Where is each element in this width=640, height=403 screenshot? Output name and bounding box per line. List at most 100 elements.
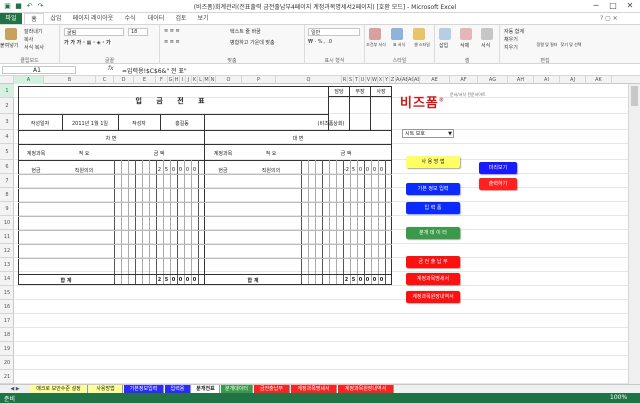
row-header[interactable]: 6 (0, 160, 14, 174)
row-header[interactable]: 18 (0, 328, 14, 342)
column-header[interactable]: O (216, 76, 242, 84)
delete-cells-button[interactable]: 삭제 (460, 42, 469, 49)
print-button[interactable]: 출력하기 (479, 178, 517, 190)
autosum-button[interactable]: 자동 합계 (504, 28, 524, 35)
save-icon[interactable]: ■ (14, 2, 23, 10)
align-top-icon[interactable]: ≡ ≡ ≡ (164, 28, 180, 34)
copy-button[interactable]: 복사 (24, 36, 33, 43)
row-header[interactable]: 11 (0, 230, 14, 244)
column-header[interactable]: D (114, 76, 134, 84)
close-button[interactable]: ✕ (622, 1, 638, 11)
font-name-select[interactable]: 굴림 (64, 28, 124, 36)
number-format-select[interactable]: 일반 (308, 28, 360, 36)
sort-filter-button[interactable]: 정렬 및 필터 (536, 42, 558, 48)
column-header[interactable]: AH (508, 76, 534, 84)
table-format-button[interactable]: 표 서식 (389, 42, 409, 48)
journal-data-button[interactable]: 분개 데 이 터 (406, 227, 460, 239)
select-all-corner[interactable] (0, 76, 14, 84)
row-header[interactable]: 8 (0, 188, 14, 202)
conditional-format-icon[interactable] (369, 28, 381, 40)
row-header[interactable]: 2 (0, 98, 14, 114)
cash-book-button[interactable]: 금 전 출 납 부 (406, 256, 460, 268)
paste-button[interactable]: 붙여넣기 (0, 42, 18, 49)
column-header[interactable]: AF (450, 76, 478, 84)
formula-input[interactable]: =입력용!$C$6&" 전 표" (122, 66, 187, 75)
row-header[interactable]: 15 (0, 286, 14, 300)
tab-page-layout[interactable]: 페이지 레이아웃 (68, 13, 118, 24)
format-cells-icon[interactable] (481, 28, 493, 40)
column-header[interactable]: P (242, 76, 276, 84)
format-cells-button[interactable]: 서식 (481, 42, 490, 49)
insert-cells-icon[interactable] (439, 28, 451, 40)
row-header[interactable]: 14 (0, 272, 14, 286)
redo-icon[interactable]: ↷ (36, 2, 45, 10)
row-header[interactable]: 3 (0, 114, 14, 130)
column-header[interactable]: C (96, 76, 114, 84)
input-form-button[interactable]: 입 력 폼 (406, 202, 460, 214)
undo-icon[interactable]: ↶ (25, 2, 34, 10)
cell-style-button[interactable]: 셀 스타일 (411, 42, 433, 48)
scroll-thumb[interactable] (631, 86, 638, 106)
column-header[interactable]: A (14, 76, 44, 84)
vertical-scrollbar[interactable] (628, 84, 640, 384)
row-header[interactable]: 12 (0, 244, 14, 258)
column-header[interactable]: AI (534, 76, 560, 84)
column-header[interactable]: Q (276, 76, 342, 84)
wrap-text-button[interactable]: 텍스트 줄 바꿈 (230, 28, 261, 35)
name-box[interactable]: A1 (2, 66, 76, 74)
align-left-icon[interactable]: ≡ ≡ ≡ (164, 39, 180, 45)
column-header[interactable]: E (134, 76, 156, 84)
clear-button[interactable]: 지우기 (504, 44, 518, 51)
currency-icon[interactable]: ₩ · % , .0 (308, 39, 332, 45)
zoom-level[interactable]: 100% (610, 394, 627, 401)
usage-guide-button[interactable]: 사 용 방 법 (406, 156, 460, 168)
account-statement-button[interactable]: 계정과목명세서 (406, 273, 460, 285)
tab-insert[interactable]: 삽입 (46, 13, 66, 24)
column-header[interactable]: B (44, 76, 96, 84)
row-header[interactable]: 1 (0, 84, 14, 98)
row-header[interactable]: 7 (0, 174, 14, 188)
font-size-select[interactable]: 18 (128, 28, 148, 36)
row-header[interactable]: 21 (0, 370, 14, 384)
row-header[interactable]: 20 (0, 356, 14, 370)
fill-button[interactable]: 채우기 (504, 36, 518, 43)
maximize-button[interactable]: □ (605, 1, 621, 11)
row-header[interactable]: 4 (0, 130, 14, 144)
row-header[interactable]: 16 (0, 300, 14, 314)
format-painter-button[interactable]: 서식 복사 (24, 44, 44, 51)
column-header[interactable]: AG (478, 76, 508, 84)
paste-icon[interactable] (5, 28, 17, 40)
column-header[interactable]: AE (420, 76, 450, 84)
insert-cells-button[interactable]: 삽입 (439, 42, 448, 49)
find-select-button[interactable]: 찾기 및 선택 (560, 42, 582, 48)
row-header[interactable]: 17 (0, 314, 14, 328)
basic-info-button[interactable]: 기본 정보 입력 (406, 183, 460, 195)
row-header[interactable]: 13 (0, 258, 14, 272)
tab-review[interactable]: 검토 (172, 13, 190, 24)
minimize-button[interactable]: ─ (588, 1, 604, 11)
help-icon[interactable]: ? ▢ ✕ (600, 15, 618, 22)
sheet-protect-dropdown[interactable]: 시트 보호 ▼ (402, 129, 454, 138)
cut-button[interactable]: 잘라내기 (24, 28, 42, 35)
cell-style-icon[interactable] (413, 28, 425, 40)
worksheet-grid[interactable]: 입 금 전 표 담당 부장 사장 작성일자 2011년 1월 1일 작성자 홍길… (14, 84, 628, 384)
account-ledger-button[interactable]: 계정과목원장내역서 (406, 291, 460, 303)
preview-button[interactable]: 미리보기 (479, 162, 517, 174)
bold-icon[interactable]: 가 가 가 · ▦ · ◈ · 가 (64, 39, 111, 46)
merge-center-button[interactable]: 병합하고 가운데 맞춤 (230, 39, 275, 46)
conditional-format-button[interactable]: 조건부 서식 (365, 42, 387, 48)
row-header[interactable]: 5 (0, 144, 14, 160)
delete-cells-icon[interactable] (460, 28, 472, 40)
column-header[interactable]: AK (586, 76, 612, 84)
column-header[interactable]: F (156, 76, 168, 84)
row-header[interactable]: 9 (0, 202, 14, 216)
tab-view[interactable]: 보기 (194, 13, 212, 24)
tab-data[interactable]: 데이터 (144, 13, 168, 24)
tab-home[interactable]: 홈 (24, 13, 44, 24)
tab-file[interactable]: 파일 (0, 13, 22, 24)
excel-icon[interactable]: ▣ (3, 2, 12, 10)
tab-formulas[interactable]: 수식 (120, 13, 140, 24)
column-header[interactable]: AJ (560, 76, 586, 84)
row-header[interactable]: 19 (0, 342, 14, 356)
table-format-icon[interactable] (391, 28, 403, 40)
